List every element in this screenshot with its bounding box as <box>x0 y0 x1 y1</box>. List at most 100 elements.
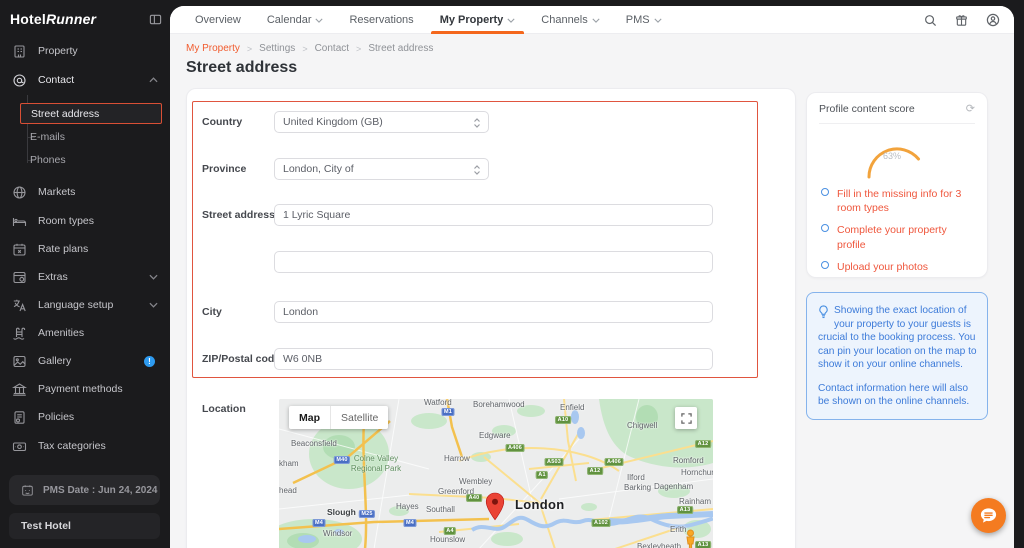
gift-icon[interactable] <box>955 14 968 27</box>
chevron-down-icon <box>654 18 662 23</box>
chat-support-button[interactable] <box>971 498 1006 533</box>
map-town-label: Enfield <box>560 403 584 412</box>
score-checklist-item[interactable]: Fill in the missing info for 3 room type… <box>821 187 977 215</box>
score-checklist-item[interactable]: Complete your property profile <box>821 223 977 251</box>
nav-reservations[interactable]: Reservations <box>336 6 426 34</box>
sidebar-item-label: Rate plans <box>38 243 88 255</box>
pms-date-box: PMS Date : Jun 24, 2024 <box>9 475 160 505</box>
city-input[interactable]: London <box>274 301 713 323</box>
search-icon[interactable] <box>924 14 937 27</box>
sidebar-item-language-setup[interactable]: Language setup <box>0 293 170 317</box>
park-label: Colne ValleyRegional Park <box>341 454 411 473</box>
map-town-label: Windsor <box>323 529 352 538</box>
account-icon[interactable] <box>986 13 1000 27</box>
location-tip-box: Showing the exact location of your prope… <box>806 292 988 420</box>
sidebar-item-policies[interactable]: Policies <box>0 405 170 429</box>
map-town-label: Beaconsfield <box>291 439 337 448</box>
street-address-label: Street address <box>202 209 275 221</box>
image-icon <box>12 354 27 369</box>
map-town-label: head <box>279 486 297 495</box>
road-badge: A10 <box>555 416 571 424</box>
map-town-label: Bexleyheath <box>637 542 681 548</box>
refresh-icon[interactable]: ⟳ <box>966 104 975 115</box>
nav-pms[interactable]: PMS <box>613 6 675 34</box>
hotelrunner-logo[interactable]: HotelRunner <box>10 11 96 27</box>
road-badge: A503 <box>545 458 564 466</box>
pool-ladder-icon <box>12 326 27 341</box>
breadcrumb-contact[interactable]: Contact <box>315 43 349 54</box>
calendar-icon <box>21 484 34 497</box>
gallery-alert-badge: ! <box>144 356 155 367</box>
sidebar-item-room-types[interactable]: Room types <box>0 209 170 233</box>
document-icon <box>12 410 27 425</box>
checklist-item-label: Fill in the missing info for 3 room type… <box>837 187 977 215</box>
chevron-down-icon <box>592 18 600 23</box>
breadcrumb-settings[interactable]: Settings <box>259 43 295 54</box>
form-highlight-outline <box>192 101 758 378</box>
page-title: Street address <box>186 59 297 77</box>
content-area: My Property> Settings> Contact> Street a… <box>170 34 1014 548</box>
map-view-button[interactable]: Map <box>289 406 330 429</box>
map-town-label: Edgware <box>479 431 511 440</box>
location-map[interactable]: WatfordBorehamwoodEnfieldChigwellEdgware… <box>279 399 713 548</box>
street-address-2-input[interactable] <box>274 251 713 273</box>
sidebar-item-phones[interactable]: Phones <box>30 150 150 170</box>
map-town-label: Ilford <box>627 473 645 482</box>
map-marker-pin[interactable] <box>485 492 505 521</box>
address-form-card: Country United Kingdom (GB) Province Lon… <box>186 88 796 548</box>
property-switcher[interactable]: Test Hotel <box>9 513 160 539</box>
sidebar-item-label: Gallery <box>38 355 71 367</box>
breadcrumb: My Property> Settings> Contact> Street a… <box>186 43 433 54</box>
sidebar-collapse-icon[interactable] <box>149 13 162 26</box>
map-town-label: Watford <box>424 399 452 407</box>
sidebar-subitem-label: Phones <box>30 154 66 166</box>
nav-my-property[interactable]: My Property <box>427 6 529 34</box>
sidebar-item-rate-plans[interactable]: Rate plans <box>0 237 170 261</box>
map-town-label: kham <box>279 459 299 468</box>
sidebar-item-amenities[interactable]: Amenities <box>0 321 170 345</box>
nav-overview[interactable]: Overview <box>182 6 254 34</box>
sidebar-item-tax-categories[interactable]: Tax categories <box>0 434 170 458</box>
country-select[interactable]: United Kingdom (GB) <box>274 111 489 133</box>
map-town-label: Harrow <box>444 454 470 463</box>
checklist-bullet-icon <box>821 188 829 196</box>
app-root: HotelRunner Property Contact Street addr… <box>0 0 1024 548</box>
score-card-title: Profile content score <box>819 103 915 115</box>
sidebar-item-emails[interactable]: E-mails <box>30 127 150 147</box>
score-value: 63% <box>883 151 901 161</box>
nav-channels[interactable]: Channels <box>528 6 612 34</box>
tip-paragraph-2: Contact information here will also be sh… <box>818 382 977 409</box>
sidebar-item-gallery[interactable]: Gallery ! <box>0 349 170 373</box>
select-arrows-icon <box>473 164 481 176</box>
sidebar-item-markets[interactable]: Markets <box>0 180 170 204</box>
breadcrumb-current: Street address <box>368 43 433 54</box>
chevron-down-icon <box>149 274 158 280</box>
globe-icon <box>12 185 27 200</box>
map-town-label: Wembley <box>459 477 492 486</box>
street-address-input[interactable]: 1 Lyric Square <box>274 204 713 226</box>
sidebar-item-property[interactable]: Property <box>0 39 170 63</box>
fullscreen-button[interactable] <box>675 407 697 429</box>
pegman-icon[interactable] <box>683 529 698 548</box>
map-town-label: Hayes <box>396 502 419 511</box>
map-town-label: Dagenham <box>654 482 693 491</box>
sidebar-item-street-address[interactable]: Street address <box>20 103 162 124</box>
sidebar-item-label: Payment methods <box>38 383 123 395</box>
zip-label: ZIP/Postal code <box>202 353 280 365</box>
sidebar-item-payment-methods[interactable]: Payment methods <box>0 377 170 401</box>
zip-input[interactable]: W6 0NB <box>274 348 713 370</box>
score-checklist-item[interactable]: Upload your photos <box>821 260 977 274</box>
sidebar-item-contact[interactable]: Contact <box>0 68 170 92</box>
road-badge: A12 <box>587 467 603 475</box>
checklist-item-label: Upload your photos <box>837 260 928 274</box>
bed-icon <box>12 214 27 229</box>
sidebar-item-extras[interactable]: Extras <box>0 265 170 289</box>
satellite-view-button[interactable]: Satellite <box>330 406 388 429</box>
sidebar-item-label: Contact <box>38 74 74 86</box>
breadcrumb-my-property[interactable]: My Property <box>186 43 240 54</box>
sidebar-item-label: Room types <box>38 215 94 227</box>
profile-content-score-card: Profile content score ⟳ 63% Fill in the … <box>806 92 988 278</box>
province-select[interactable]: London, City of <box>274 158 489 180</box>
building-icon <box>12 44 27 59</box>
nav-calendar[interactable]: Calendar <box>254 6 337 34</box>
